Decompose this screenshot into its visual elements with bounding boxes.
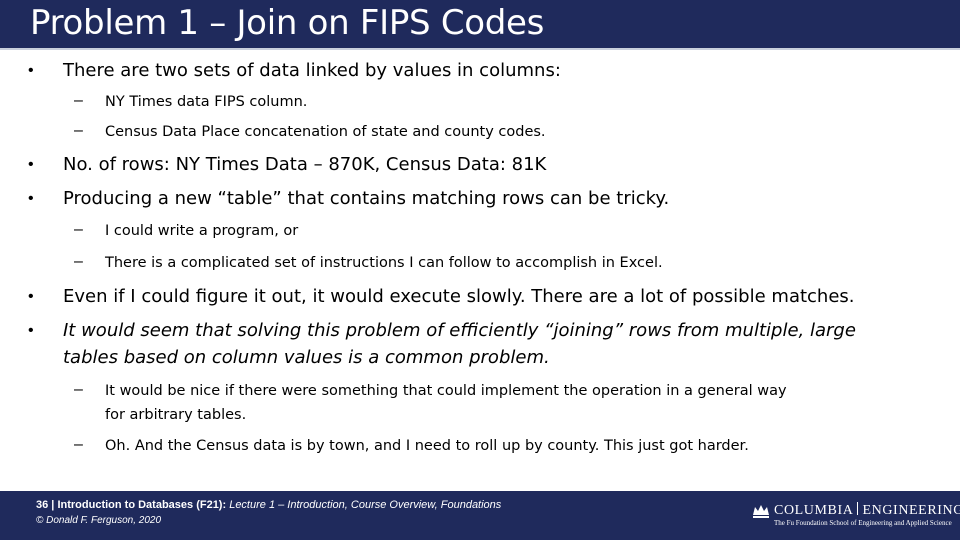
copyright: © Donald F. Ferguson, 2020 (36, 515, 162, 526)
crown-icon (753, 505, 769, 518)
sub-bullet-marker: – (74, 253, 83, 270)
logo-wordmark: COLUMBIA ENGINEERING (774, 502, 960, 519)
footer-bar: 36 | Introduction to Databases (F21): Le… (0, 491, 960, 540)
logo-columbia: COLUMBIA (774, 503, 854, 518)
sub-bullet-marker: – (74, 221, 83, 238)
bullet-1-sub-2: Census Data Place concatenation of state… (105, 124, 546, 140)
course-name: Introduction to Databases (F21): (57, 499, 227, 511)
logo-engineering: ENGINEERING (862, 503, 960, 518)
sub-bullet-marker: – (74, 122, 83, 139)
bullet-marker: • (28, 288, 34, 305)
bullet-3-sub-2: There is a complicated set of instructio… (105, 255, 663, 271)
footer-course-line: 36 | Introduction to Databases (F21): Le… (36, 499, 501, 511)
bullet-5-line-1: It would seem that solving this problem … (63, 320, 856, 341)
bullet-3: Producing a new “table” that contains ma… (63, 188, 670, 209)
bullet-marker: • (28, 156, 34, 173)
lecture-title: Lecture 1 – Introduction, Course Overvie… (226, 499, 502, 511)
bullet-5-sub-1-line-1: It would be nice if there were something… (105, 383, 787, 399)
sub-bullet-marker: – (74, 436, 83, 453)
bullet-marker: • (28, 322, 34, 339)
bullet-2: No. of rows: NY Times Data – 870K, Censu… (63, 154, 547, 175)
sub-bullet-marker: – (74, 92, 83, 109)
bullet-1-sub-1: NY Times data FIPS column. (105, 94, 308, 110)
page-number: 36 (36, 499, 49, 511)
logo-subtitle: The Fu Foundation School of Engineering … (774, 519, 952, 527)
bullet-5-line-2: tables based on column values is a commo… (63, 347, 550, 368)
columbia-engineering-logo: COLUMBIA ENGINEERING The Fu Foundation Sc… (752, 501, 960, 533)
bullet-5-sub-1-line-2: for arbitrary tables. (105, 407, 247, 423)
bullet-3-sub-1: I could write a program, or (105, 223, 299, 239)
sub-bullet-marker: – (74, 381, 83, 398)
bullet-marker: • (28, 190, 34, 207)
bullet-4: Even if I could figure it out, it would … (63, 286, 855, 307)
bullet-5-sub-2: Oh. And the Census data is by town, and … (105, 438, 749, 454)
bullet-marker: • (28, 62, 34, 79)
title-bar: Problem 1 – Join on FIPS Codes (0, 0, 960, 50)
bullet-1: There are two sets of data linked by val… (63, 60, 561, 81)
slide-title: Problem 1 – Join on FIPS Codes (30, 3, 545, 43)
